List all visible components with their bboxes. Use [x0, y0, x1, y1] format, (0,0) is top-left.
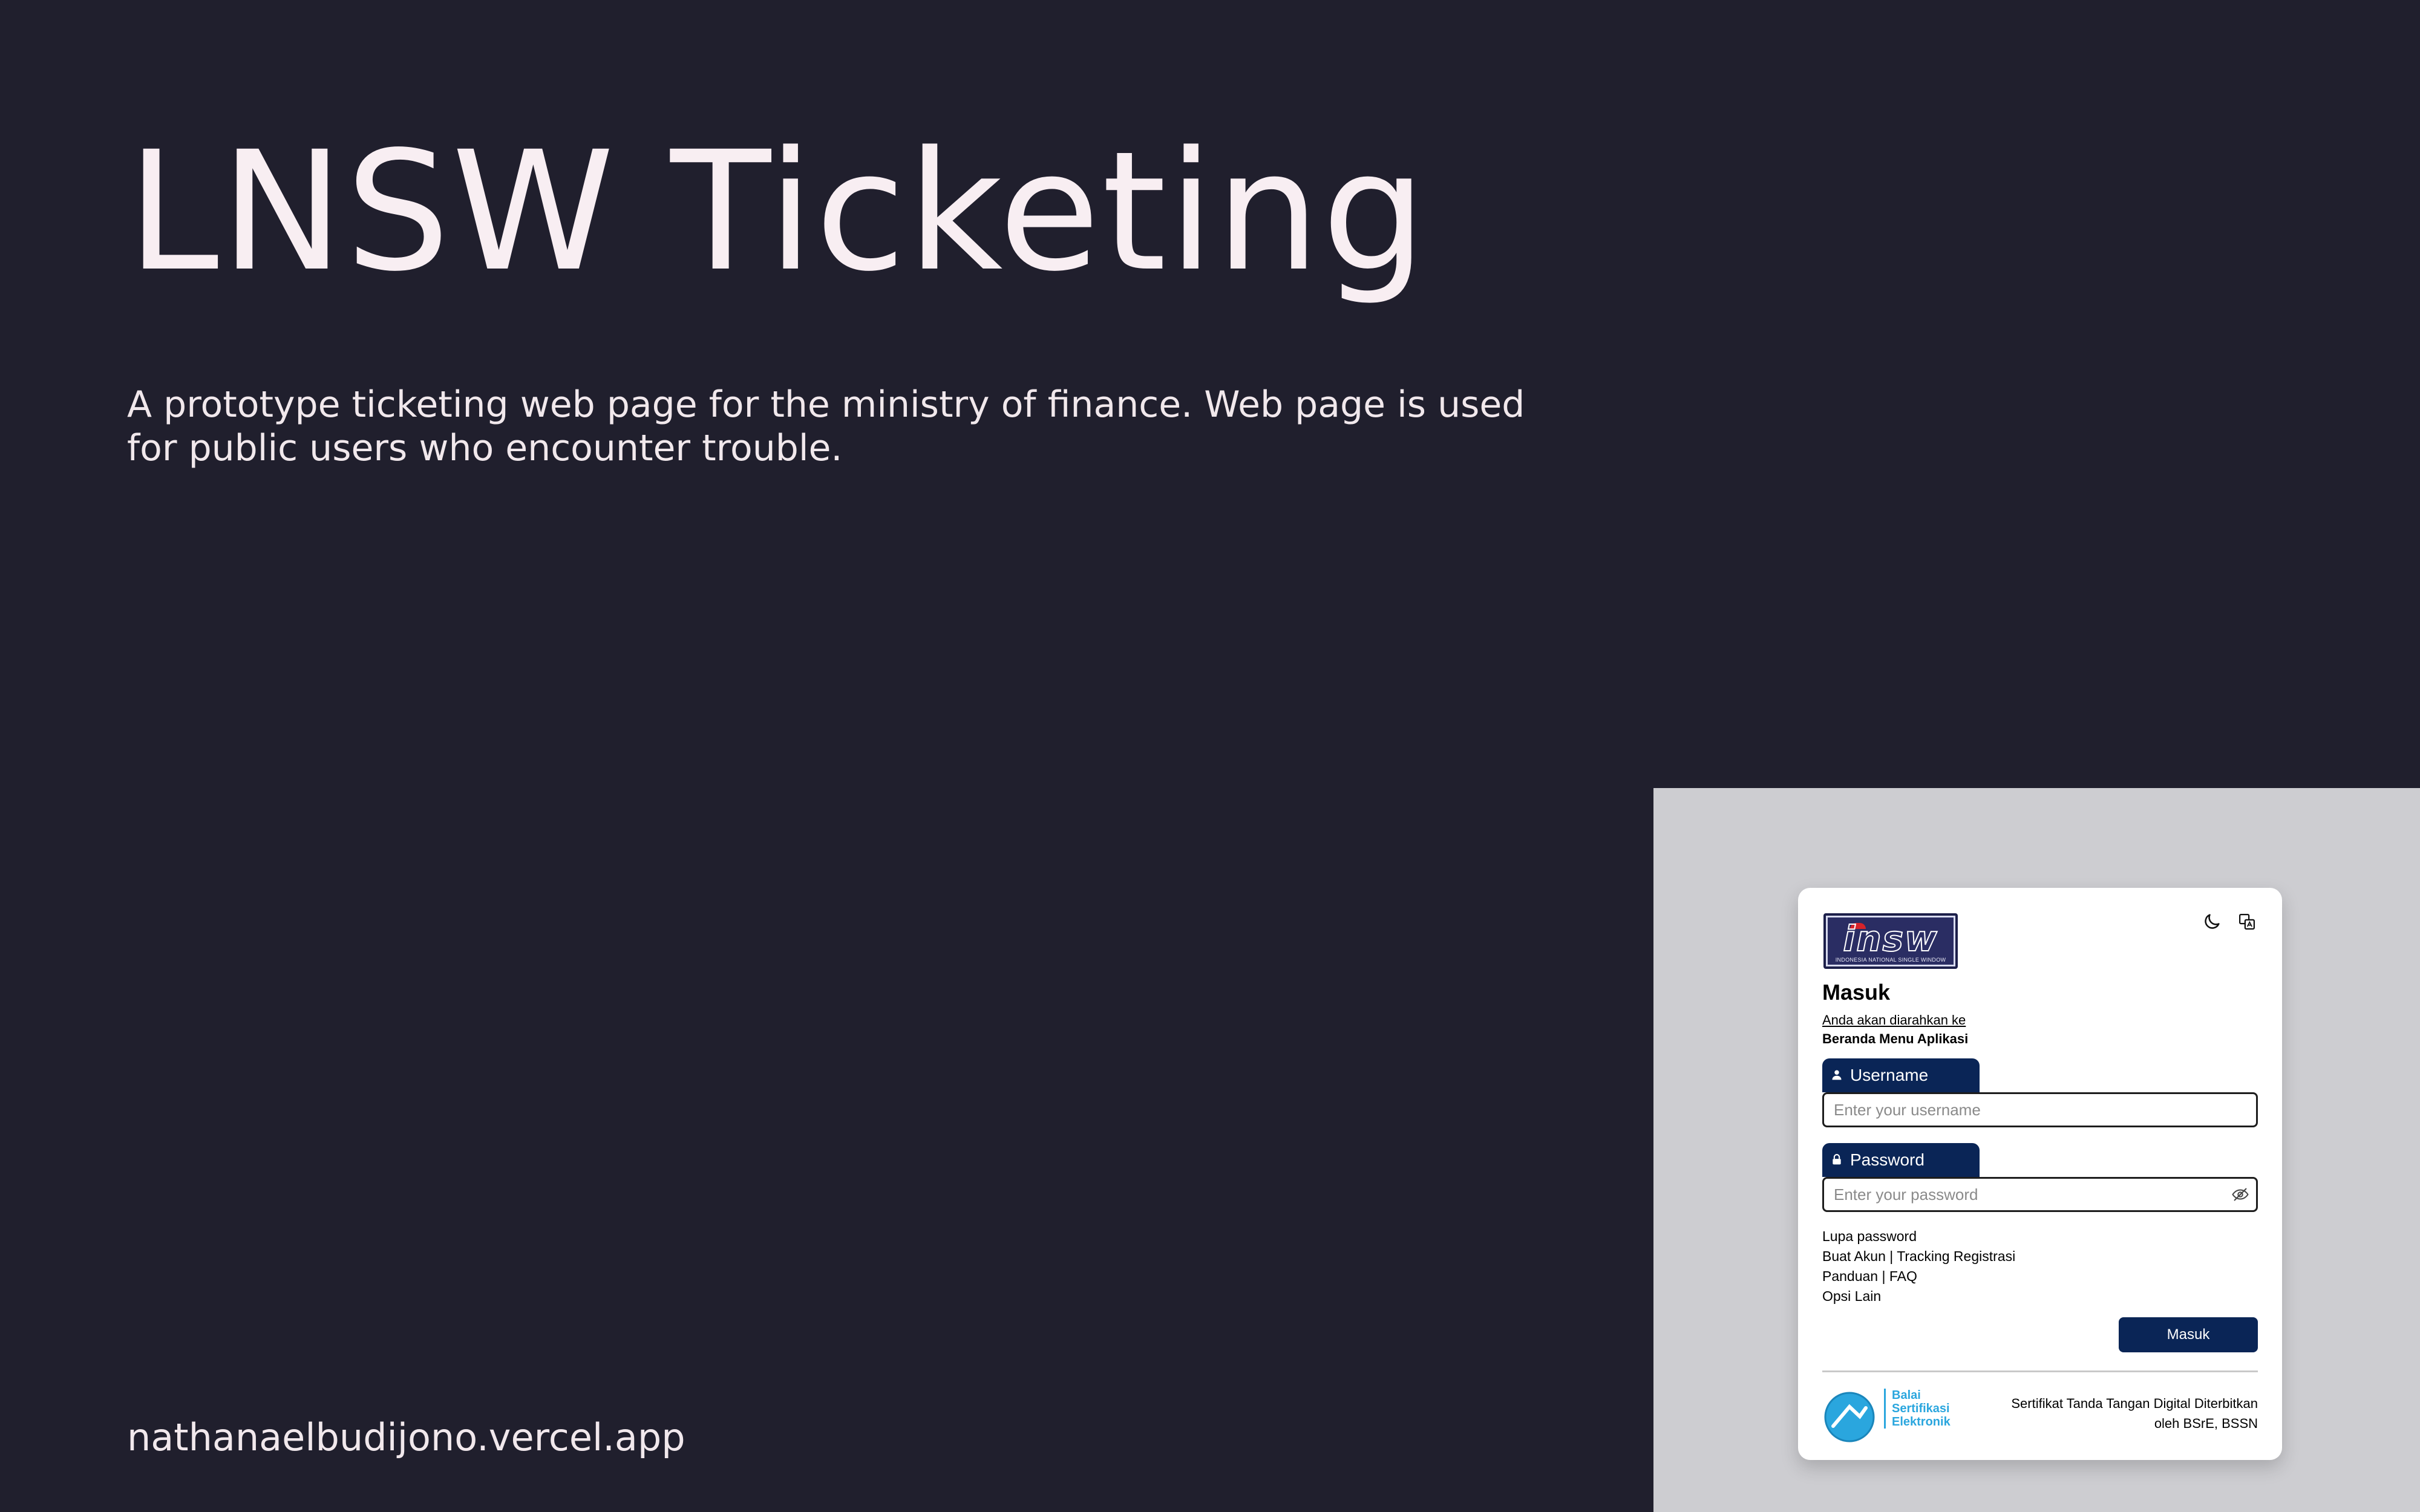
translate-icon[interactable]: [2235, 910, 2259, 934]
insw-logo: insw INDONESIA NATIONAL SINGLE WINDOW: [1823, 913, 1958, 969]
login-title: Masuk: [1822, 980, 1891, 1005]
guide-faq-link[interactable]: Panduan | FAQ: [1822, 1266, 2015, 1286]
bsre-text: Balai Sertifikasi Elektronik: [1884, 1389, 1951, 1429]
bsre-line: Elektronik: [1892, 1415, 1951, 1429]
lock-icon: [1831, 1150, 1843, 1170]
certificate-line-1: Sertifikat Tanda Tangan Digital Diterbit…: [2011, 1396, 2258, 1411]
eye-off-icon[interactable]: [2230, 1184, 2251, 1205]
hero-description: A prototype ticketing web page for the m…: [127, 383, 1525, 469]
forgot-password-link[interactable]: Lupa password: [1822, 1227, 2015, 1246]
username-input[interactable]: [1822, 1092, 2258, 1127]
footer-divider: [1822, 1370, 2258, 1372]
register-tracking-link[interactable]: Buat Akun | Tracking Registrasi: [1822, 1246, 2015, 1266]
bsre-line: Balai: [1892, 1389, 1921, 1402]
login-submit-button[interactable]: Masuk: [2119, 1317, 2258, 1352]
password-label: Password: [1850, 1150, 1925, 1169]
username-label-tab: Username: [1822, 1058, 1980, 1092]
hero-title: LNSW Ticketing: [127, 117, 1428, 308]
logo-wordmark: insw: [1842, 917, 1938, 960]
bsre-logo: Balai Sertifikasi Elektronik: [1822, 1383, 1961, 1443]
login-card: insw INDONESIA NATIONAL SINGLE WINDOW Ma…: [1798, 888, 2282, 1460]
other-options-link[interactable]: Opsi Lain: [1822, 1286, 2015, 1306]
bsre-emblem-icon: [1824, 1392, 1875, 1442]
logo-subtitle: INDONESIA NATIONAL SINGLE WINDOW: [1835, 957, 1946, 963]
password-label-tab: Password: [1822, 1143, 1980, 1177]
redirect-text[interactable]: Anda akan diarahkan ke: [1822, 1012, 1966, 1028]
header-actions: [2200, 910, 2259, 934]
user-icon: [1831, 1066, 1843, 1085]
redirect-target: Beranda Menu Aplikasi: [1822, 1031, 1969, 1046]
auth-links: Lupa password Buat Akun | Tracking Regis…: [1822, 1227, 2015, 1306]
password-input[interactable]: [1822, 1177, 2258, 1212]
certificate-note: Sertifikat Tanda Tangan Digital Diterbit…: [2011, 1393, 2258, 1433]
username-label: Username: [1850, 1066, 1929, 1084]
certificate-line-2: oleh BSrE, BSSN: [2154, 1416, 2258, 1431]
bsre-line: Sertifikasi: [1892, 1402, 1950, 1415]
portfolio-url[interactable]: nathanaelbudijono.vercel.app: [127, 1415, 685, 1459]
moon-icon[interactable]: [2200, 910, 2224, 934]
